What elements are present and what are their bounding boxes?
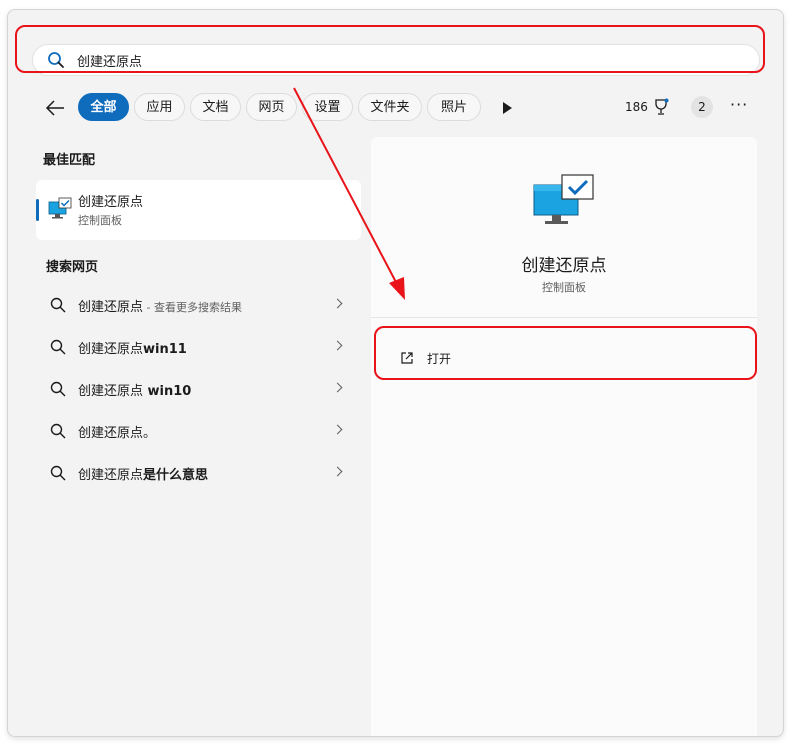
- selection-indicator: [36, 199, 39, 221]
- chevron-right-icon: [332, 382, 343, 393]
- chevron-right-icon: [332, 466, 343, 477]
- best-match-result[interactable]: 创建还原点 控制面板: [36, 180, 361, 240]
- web-result-row[interactable]: 创建还原点 win10: [36, 369, 361, 409]
- more-filters-arrow-icon[interactable]: [503, 102, 512, 114]
- tab-all[interactable]: 全部: [78, 93, 129, 121]
- back-arrow-icon[interactable]: [44, 98, 66, 118]
- web-result-row[interactable]: 创建还原点 - 查看更多搜索结果: [36, 285, 361, 325]
- monitor-check-icon: [533, 174, 594, 224]
- search-icon: [50, 423, 66, 439]
- search-icon: [50, 297, 66, 313]
- rewards-count: 186: [625, 100, 648, 114]
- web-result-hint: - 查看更多搜索结果: [143, 301, 242, 314]
- annotation-open-highlight: [374, 326, 757, 380]
- filter-bar: 全部 应用 文档 网页 设置 文件夹 照片 186 2 ···: [8, 90, 783, 126]
- tab-apps[interactable]: 应用: [134, 93, 185, 121]
- rewards-trophy-icon[interactable]: [653, 98, 669, 116]
- best-match-subtitle: 控制面板: [78, 214, 122, 227]
- preview-title: 创建还原点: [521, 256, 607, 276]
- account-badge[interactable]: 2: [691, 96, 713, 118]
- tab-web[interactable]: 网页: [246, 93, 297, 121]
- monitor-check-icon: [48, 197, 72, 219]
- web-result-row[interactable]: 创建还原点win11: [36, 327, 361, 367]
- web-result-text: 创建还原点: [78, 342, 144, 357]
- chevron-right-icon: [332, 340, 343, 351]
- web-result-suggestion: win10: [143, 384, 192, 399]
- annotation-search-highlight: [15, 25, 765, 73]
- web-result-row[interactable]: 创建还原点。: [36, 411, 361, 451]
- divider: [371, 317, 757, 318]
- more-options-icon[interactable]: ···: [730, 95, 748, 114]
- search-icon: [50, 465, 66, 481]
- tab-documents[interactable]: 文档: [190, 93, 241, 121]
- preview-panel: 创建还原点 控制面板 打开: [371, 137, 757, 736]
- web-result-text: 创建还原点: [78, 468, 144, 483]
- web-search-heading: 搜索网页: [46, 260, 99, 275]
- chevron-right-icon: [332, 424, 343, 435]
- search-icon: [50, 339, 66, 355]
- best-match-heading: 最佳匹配: [43, 153, 96, 168]
- tab-settings[interactable]: 设置: [302, 93, 353, 121]
- web-result-row[interactable]: 创建还原点是什么意思: [36, 453, 361, 493]
- web-result-suggestion: win11: [143, 342, 187, 357]
- search-icon: [50, 381, 66, 397]
- tab-folders[interactable]: 文件夹: [358, 93, 422, 121]
- web-result-text: 创建还原点。: [78, 426, 157, 441]
- web-result-text: 创建还原点: [78, 384, 144, 399]
- chevron-right-icon: [332, 298, 343, 309]
- web-result-text: 创建还原点: [78, 300, 144, 315]
- web-result-suggestion: 是什么意思: [143, 468, 209, 483]
- best-match-title: 创建还原点: [78, 195, 144, 210]
- tab-photos[interactable]: 照片: [427, 93, 481, 121]
- preview-subtitle: 控制面板: [542, 281, 586, 294]
